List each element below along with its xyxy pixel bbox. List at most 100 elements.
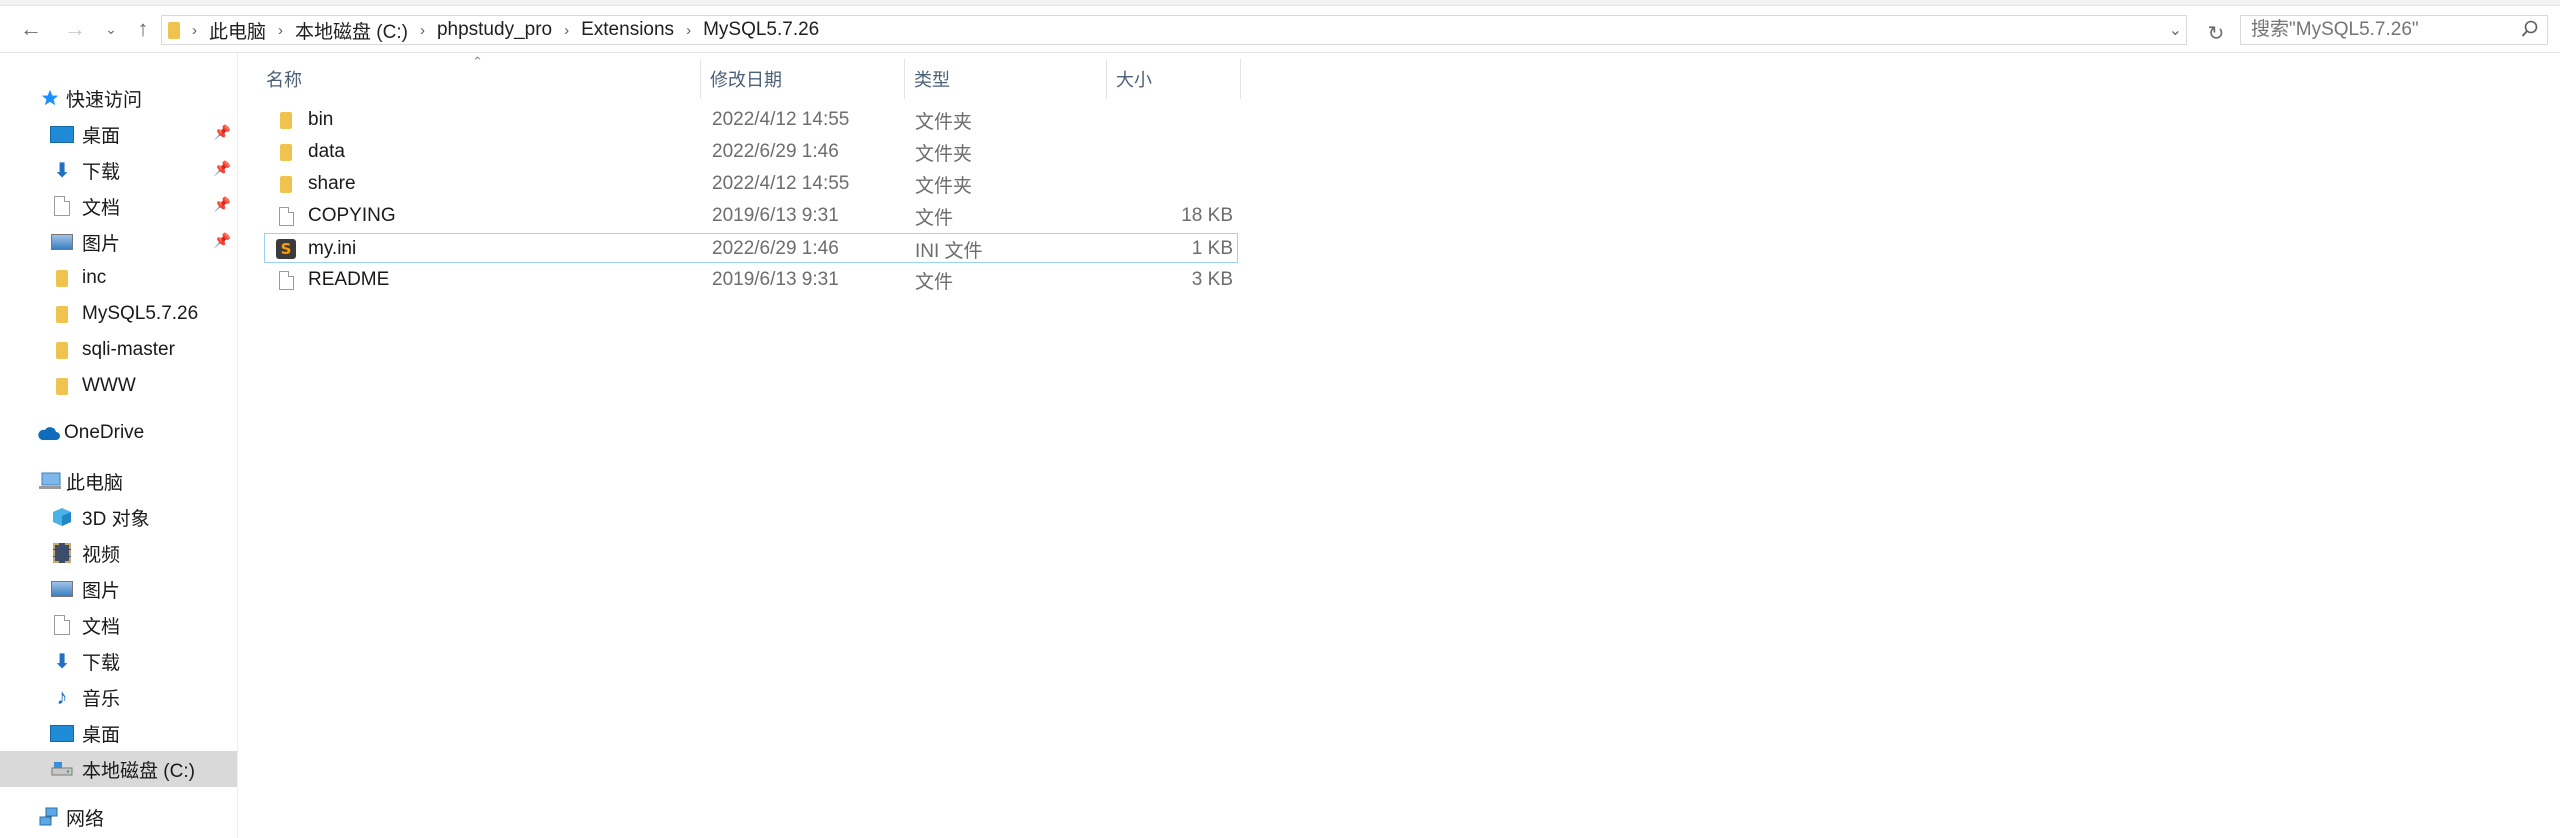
search-input[interactable]	[2241, 18, 2513, 42]
sidebar-item-documents-pc[interactable]: 文档	[0, 607, 237, 643]
file-name: data	[308, 141, 345, 162]
sidebar-item-label: 快速访问	[66, 89, 143, 111]
file-name: my.ini	[308, 238, 357, 259]
sidebar-item-desktop[interactable]: 桌面 📌	[0, 116, 237, 152]
folder-icon	[50, 374, 74, 398]
chevron-down-icon: ⌄	[105, 20, 117, 37]
sidebar-item-label: 下载	[82, 161, 121, 183]
sidebar-item-label: 文档	[82, 197, 121, 219]
breadcrumb-phpstudy-pro[interactable]: phpstudy_pro	[437, 19, 552, 41]
folder-icon	[50, 266, 74, 290]
sidebar-item-inc[interactable]: inc	[0, 260, 237, 296]
back-button[interactable]: ←	[18, 16, 44, 42]
file-type: 文件夹	[915, 143, 973, 165]
sidebar-item-downloads-pc[interactable]: ⬇ 下载	[0, 643, 237, 679]
recent-locations-button[interactable]: ⌄	[98, 16, 124, 42]
breadcrumb-extensions[interactable]: Extensions	[581, 19, 674, 41]
file-row-readme[interactable]: README 2019/6/13 9:31 文件 3 KB	[264, 265, 1238, 295]
sidebar-item-pictures-pc[interactable]: 图片	[0, 571, 237, 607]
folder-icon	[50, 338, 74, 362]
breadcrumb-local-disk[interactable]: 本地磁盘 (C:)	[295, 17, 408, 44]
sidebar-item-label: 桌面	[82, 125, 121, 147]
refresh-button[interactable]: ↻	[2205, 22, 2227, 45]
sidebar-item-label: 网络	[66, 808, 105, 830]
forward-button[interactable]: →	[62, 16, 88, 42]
up-button[interactable]: ↑	[130, 16, 156, 42]
column-divider[interactable]	[1106, 59, 1107, 99]
breadcrumb-chevron-icon[interactable]: ›	[420, 22, 425, 39]
sidebar-item-local-disk[interactable]: 本地磁盘 (C:)	[0, 751, 237, 787]
file-type: 文件夹	[915, 111, 973, 133]
breadcrumb-chevron-icon[interactable]: ›	[686, 22, 691, 39]
search-box[interactable]	[2240, 15, 2548, 45]
file-name: bin	[308, 109, 334, 130]
sidebar-item-pictures[interactable]: 图片 📌	[0, 224, 237, 260]
column-divider[interactable]	[904, 59, 905, 99]
desktop-icon	[50, 122, 74, 146]
column-divider[interactable]	[1240, 59, 1241, 99]
sort-ascending-icon: ⌃	[472, 54, 483, 69]
refresh-icon: ↻	[2207, 22, 2225, 45]
file-name: README	[308, 269, 390, 290]
column-divider[interactable]	[700, 59, 701, 99]
file-size	[1083, 105, 1233, 135]
sidebar-onedrive[interactable]: OneDrive	[0, 415, 237, 451]
breadcrumb-chevron-icon[interactable]: ›	[192, 22, 197, 39]
file-row-my-ini[interactable]: Smy.ini 2022/6/29 1:46 INI 文件 1 KB	[264, 233, 1238, 263]
document-icon	[50, 613, 74, 637]
pin-icon[interactable]: 📌	[214, 196, 231, 213]
pin-icon[interactable]: 📌	[214, 232, 231, 249]
sidebar-item-sqli-master[interactable]: sqli-master	[0, 332, 237, 368]
column-header-size[interactable]: 大小	[1116, 61, 1152, 97]
pin-icon[interactable]: 📌	[214, 160, 231, 177]
breadcrumb-this-pc[interactable]: 此电脑	[209, 17, 266, 44]
file-row-data[interactable]: data 2022/6/29 1:46 文件夹	[264, 137, 1238, 167]
column-header-label: 大小	[1116, 70, 1152, 90]
sidebar-item-label: sqli-master	[82, 339, 175, 360]
sidebar-item-documents[interactable]: 文档 📌	[0, 188, 237, 224]
file-row-copying[interactable]: COPYING 2019/6/13 9:31 文件 18 KB	[264, 201, 1238, 231]
column-header-name[interactable]: 名称	[266, 61, 302, 97]
sidebar-item-mysql[interactable]: MySQL5.7.26	[0, 296, 237, 332]
sidebar-item-videos[interactable]: 视频	[0, 535, 237, 571]
sidebar-item-downloads[interactable]: ⬇ 下载 📌	[0, 152, 237, 188]
breadcrumb-chevron-icon[interactable]: ›	[278, 22, 283, 39]
address-dropdown-icon[interactable]: ⌄	[2169, 20, 2182, 40]
file-date: 2022/4/12 14:55	[712, 173, 850, 194]
desktop-icon	[50, 721, 74, 745]
file-type: 文件	[915, 207, 954, 229]
file-size	[1083, 169, 1233, 199]
sidebar-item-desktop-pc[interactable]: 桌面	[0, 715, 237, 751]
sidebar-item-label: 图片	[82, 580, 121, 602]
sidebar-item-3d-objects[interactable]: 3D 对象	[0, 499, 237, 535]
pin-icon[interactable]: 📌	[214, 124, 231, 141]
breadcrumb-chevron-icon[interactable]: ›	[564, 22, 569, 39]
column-header-type[interactable]: 类型	[914, 61, 950, 97]
file-name: COPYING	[308, 205, 396, 226]
sidebar-item-label: 视频	[82, 544, 121, 566]
file-row-bin[interactable]: bin 2022/4/12 14:55 文件夹	[264, 105, 1238, 135]
file-date: 2022/6/29 1:46	[712, 141, 839, 162]
sidebar-quick-access[interactable]: 快速访问	[0, 80, 237, 116]
file-list: ⌃ 名称 修改日期 类型 大小 bin 2022/4/12 14:55 文件夹 …	[238, 53, 2560, 838]
navigation-bar: ← → ⌄ ↑ › 此电脑 › 本地磁盘 (C:) › phpstudy_pro…	[0, 6, 2560, 53]
column-header-date[interactable]: 修改日期	[710, 61, 782, 97]
breadcrumb-mysql[interactable]: MySQL5.7.26	[703, 19, 819, 41]
up-arrow-icon: ↑	[137, 16, 149, 41]
sidebar-item-music[interactable]: ♪ 音乐	[0, 679, 237, 715]
sidebar-item-label: 图片	[82, 233, 121, 255]
sidebar-item-label: 文档	[82, 616, 121, 638]
sidebar-item-label: 音乐	[82, 688, 121, 710]
address-bar[interactable]: › 此电脑 › 本地磁盘 (C:) › phpstudy_pro › Exten…	[161, 15, 2187, 45]
file-size	[1083, 137, 1233, 167]
folder-icon	[50, 302, 74, 326]
sidebar-network[interactable]: 网络	[0, 799, 237, 835]
file-row-share[interactable]: share 2022/4/12 14:55 文件夹	[264, 169, 1238, 199]
network-icon	[38, 805, 62, 829]
sidebar-item-www[interactable]: WWW	[0, 368, 237, 404]
file-date: 2019/6/13 9:31	[712, 205, 839, 226]
sidebar-item-label: 桌面	[82, 724, 121, 746]
file-type: 文件	[915, 271, 954, 293]
sidebar-this-pc[interactable]: 此电脑	[0, 463, 237, 499]
drive-icon	[50, 757, 74, 781]
